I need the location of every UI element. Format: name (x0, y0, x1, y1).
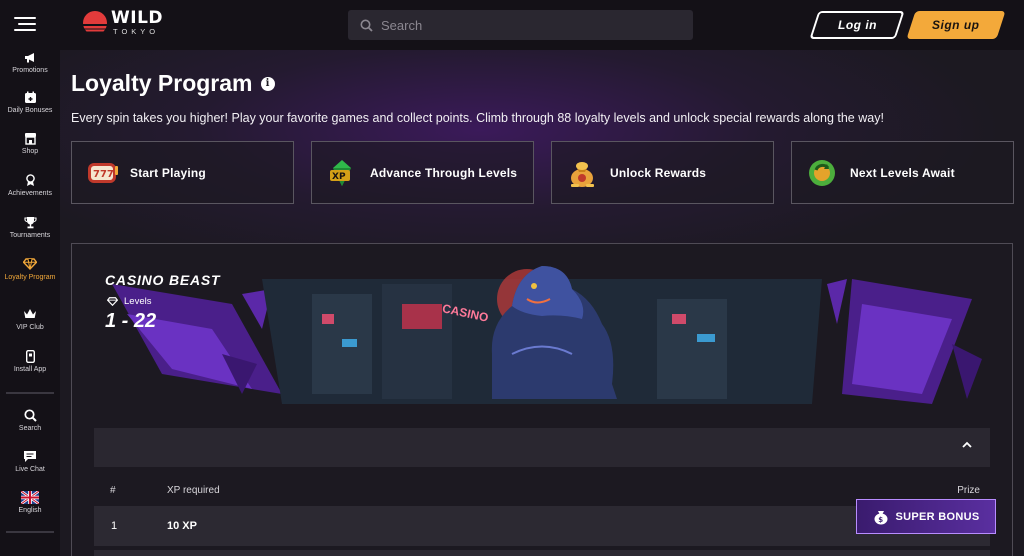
tier-levels-label: Levels (107, 296, 151, 307)
page-title-text: Loyalty Program (71, 70, 253, 96)
tier-banner-art (112, 266, 982, 404)
sidebar: Promotions Daily Bonuses Shop Achievemen… (0, 50, 60, 556)
sidebar-item-label: Achievements (8, 190, 52, 197)
super-bonus-button[interactable]: $ SUPER BONUS (856, 499, 996, 534)
page-subtitle: Every spin takes you higher! Play your f… (71, 111, 884, 125)
sidebar-item-label: English (18, 507, 42, 514)
info-icon[interactable]: i (260, 76, 275, 91)
diamond-icon (107, 297, 118, 306)
logo-subword: TOKYO (113, 27, 160, 36)
logo-sun-icon (83, 10, 107, 35)
column-header-xp: XP required (167, 485, 220, 496)
sidebar-item-promotions[interactable]: Promotions (0, 50, 60, 75)
sidebar-item-search[interactable]: Search (0, 408, 60, 433)
xp-gem-icon: XP (326, 157, 358, 189)
main-content: Loyalty Program i Every spin takes you h… (60, 50, 1024, 556)
level-number: 1 (111, 520, 118, 532)
medal-icon (25, 173, 36, 187)
search-icon (360, 19, 373, 32)
signup-button[interactable]: Sign up (906, 11, 1006, 39)
step-card: Unlock Rewards (551, 141, 774, 204)
signup-button-label: Sign up (932, 18, 980, 32)
sidebar-item-label: Daily Bonuses (7, 107, 53, 114)
sidebar-item-label: Search (18, 425, 42, 432)
sidebar-item-install-app[interactable]: Install App (0, 349, 60, 374)
sidebar-item-label: Live Chat (15, 466, 45, 473)
steps-row: 777 Start Playing XP Advance Through Lev… (71, 141, 1014, 204)
column-header-number: # (110, 485, 116, 496)
phone-icon (25, 349, 35, 363)
step-card: Next Levels Await (791, 141, 1014, 204)
step-label: Next Levels Await (850, 165, 955, 180)
crown-icon (23, 307, 37, 321)
login-button-label: Log in (837, 18, 877, 32)
megaphone-icon (24, 50, 36, 64)
tier-levels-range: 1 - 22 (105, 310, 157, 332)
logo-word: WILD (111, 8, 164, 28)
uk-flag-icon (21, 490, 39, 504)
sidebar-item-daily-bonuses[interactable]: Daily Bonuses (0, 90, 60, 115)
sidebar-item-label: VIP Club (16, 324, 44, 331)
step-label: Start Playing (130, 165, 206, 180)
table-row (94, 550, 990, 556)
calendar-gift-icon (24, 90, 37, 104)
diamond-icon (23, 257, 37, 271)
trophy-icon (23, 215, 37, 229)
levels-accordion-header[interactable] (94, 428, 990, 467)
step-label: Unlock Rewards (610, 165, 707, 180)
search-input[interactable] (381, 17, 671, 33)
sidebar-item-loyalty-program[interactable]: Loyalty Program (0, 257, 60, 282)
tier-banner: CASINO CASINO BEAST Levels 1 - 22 (72, 244, 1012, 424)
shop-icon (24, 131, 37, 145)
refresh-arrow-icon (806, 157, 838, 189)
svg-text:XP: XP (332, 172, 346, 182)
tier-name: CASINO BEAST (105, 272, 221, 288)
search-icon (23, 408, 37, 422)
site-logo[interactable]: WILD TOKYO (83, 10, 163, 36)
sidebar-divider (6, 392, 54, 394)
tier-levels-text: Levels (124, 296, 152, 307)
hamburger-menu-icon[interactable] (14, 17, 36, 33)
step-card: 777 Start Playing (71, 141, 294, 204)
column-header-prize: Prize (957, 485, 980, 496)
sidebar-divider (6, 531, 54, 533)
top-bar: WILD TOKYO Log in Sign up (0, 0, 1024, 50)
page-title: Loyalty Program i (71, 70, 275, 97)
slot-reels-icon: 777 (86, 157, 118, 189)
chevron-up-icon[interactable] (962, 441, 972, 448)
svg-text:777: 777 (93, 169, 114, 180)
sidebar-item-tournaments[interactable]: Tournaments (0, 215, 60, 240)
sidebar-item-shop[interactable]: Shop (0, 131, 60, 156)
chat-icon (23, 449, 37, 463)
sidebar-item-label: Loyalty Program (4, 274, 56, 281)
super-bonus-label: SUPER BONUS (895, 510, 980, 523)
search-bar[interactable] (348, 10, 693, 40)
sidebar-item-language[interactable]: English (0, 490, 60, 515)
sidebar-item-label: Shop (21, 148, 39, 155)
money-bag-icon: $ (874, 511, 887, 525)
step-label: Advance Through Levels (370, 165, 518, 180)
money-bag-icon (566, 157, 598, 189)
sidebar-item-label: Install App (13, 366, 47, 373)
sidebar-item-live-chat[interactable]: Live Chat (0, 449, 60, 474)
level-xp: 10 XP (167, 520, 197, 532)
sidebar-item-vip-club[interactable]: VIP Club (0, 307, 60, 332)
sidebar-item-label: Tournaments (9, 232, 51, 239)
sidebar-item-label: Promotions (12, 67, 48, 74)
svg-text:$: $ (878, 516, 883, 524)
step-card: XP Advance Through Levels (311, 141, 534, 204)
login-button[interactable]: Log in (809, 11, 905, 39)
sidebar-item-achievements[interactable]: Achievements (0, 173, 60, 198)
